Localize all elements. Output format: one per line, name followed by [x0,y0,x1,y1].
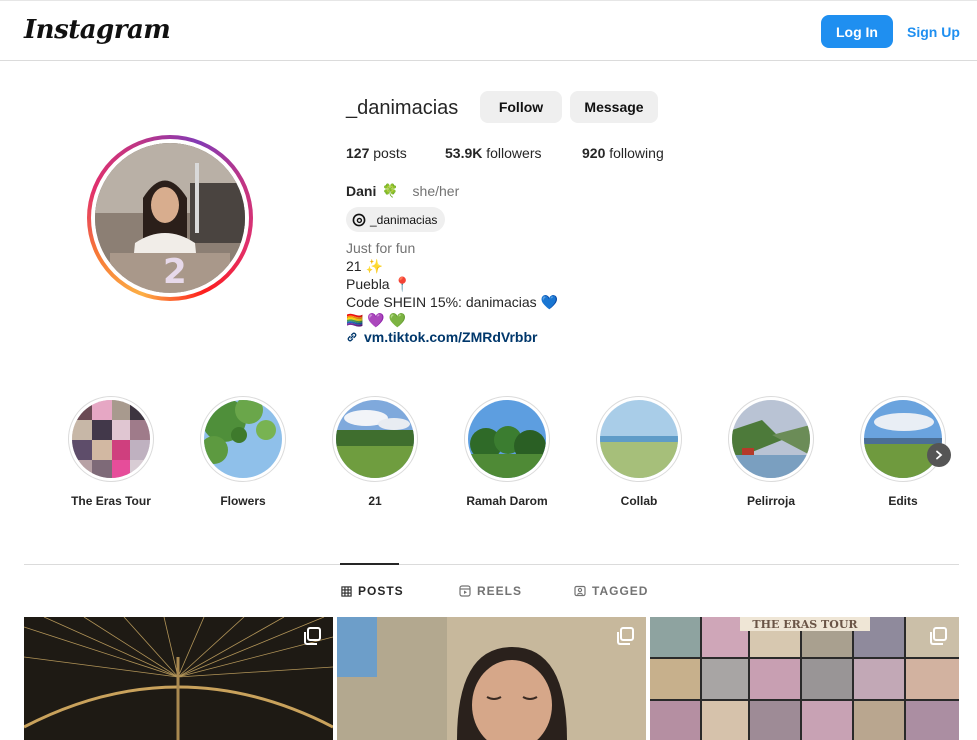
profile-avatar: 2 [95,143,245,293]
carousel-icon [304,627,321,645]
highlight-image [336,400,414,478]
highlight-cover [336,400,414,478]
highlight-label: Collab [620,494,658,508]
highlight-flowers[interactable]: Flowers [200,396,286,508]
avatar-border: 2 [91,139,249,297]
highlight-ring [464,396,550,482]
tab-label: POSTS [358,584,404,598]
followers-count: 53.9K [445,145,483,161]
following-count: 920 [582,145,606,161]
avatar-image: 2 [95,143,245,293]
highlight-ring [728,396,814,482]
highlight-ramah-darom[interactable]: Ramah Darom [464,396,550,508]
svg-text:2: 2 [163,252,187,292]
top-navigation-bar: Instagram Log In Sign Up [0,0,977,61]
highlight-label: The Eras Tour [71,494,151,508]
highlight-image [732,400,810,478]
clover-emoji: 🍀 [382,183,399,198]
post-tile[interactable] [337,617,646,740]
tabs-divider [24,564,959,565]
highlight-cover [72,400,150,478]
profile-pronouns: she/her [412,183,460,199]
grid-icon [341,585,352,597]
bio-category: Just for fun [346,240,416,256]
highlight-cover [864,400,942,478]
highlight-image [864,400,942,478]
highlight-cover [732,400,810,478]
follow-button[interactable]: Follow [480,91,562,123]
bio-line: 🏳️‍🌈 💜 💚 [346,312,407,328]
highlight-collab[interactable]: Collab [596,396,682,508]
highlight-label: Ramah Darom [466,494,548,508]
carousel-icon [617,627,634,645]
tab-posts[interactable]: POSTS [341,584,404,598]
highlight-ring [596,396,682,482]
tab-label: REELS [477,584,523,598]
tab-tagged[interactable]: TAGGED [574,584,648,598]
post-image-lights [24,617,333,740]
profile-username: _danimacias [346,97,459,119]
profile-full-name: Dani [346,183,377,199]
message-button[interactable]: Message [570,91,658,123]
post-image-eras-tour: THE ERAS TOUR [650,617,959,740]
highlight-ring [68,396,154,482]
highlight-image [72,400,150,478]
bio-line: Code SHEIN 15%: danimacias 💙 [346,294,558,310]
highlight-21[interactable]: 21 [332,396,418,508]
highlight-image [204,400,282,478]
followers-stat[interactable]: 53.9K followers [445,145,542,161]
signup-button[interactable]: Sign Up [907,15,960,48]
svg-text:THE ERAS TOUR: THE ERAS TOUR [752,618,858,631]
highlights-next-button[interactable] [927,443,951,467]
highlight-ring [200,396,286,482]
post-tile[interactable] [24,617,333,740]
highlight-label: 21 [368,494,382,508]
highlight-ring [332,396,418,482]
fullname-row: Dani 🍀 she/her [346,183,459,199]
highlight-label: Edits [888,494,918,508]
chevron-right-icon [936,450,943,460]
highlight-cover [468,400,546,478]
post-tile[interactable]: THE ERAS TOUR [650,617,959,740]
tab-reels[interactable]: REELS [459,584,522,598]
carousel-icon [930,627,947,645]
bio-line: Puebla 📍 [346,276,411,292]
following-label: following [609,145,664,161]
threads-badge[interactable]: _danimacias [346,207,446,232]
highlight-image [600,400,678,478]
highlight-pelirroja[interactable]: Pelirroja [728,396,814,508]
highlight-the-eras-tour[interactable]: The Eras Tour [68,396,154,508]
reels-icon [459,585,471,597]
highlight-ring [860,396,946,482]
bio-line: 21 ✨ [346,258,383,274]
highlight-cover [600,400,678,478]
following-stat[interactable]: 920 following [582,145,664,161]
posts-label: posts [373,145,407,161]
posts-count-stat: 127 posts [346,145,407,161]
threads-handle: _danimacias [370,212,438,227]
posts-count: 127 [346,145,370,161]
link-text: vm.tiktok.com/ZMRdVrbbr [364,329,538,345]
profile-avatar-story-ring[interactable]: 2 [87,135,253,301]
active-tab-indicator [340,563,399,565]
threads-icon [352,213,366,226]
profile-external-link[interactable]: vm.tiktok.com/ZMRdVrbbr [346,329,537,345]
link-icon [347,332,357,342]
highlight-label: Flowers [220,494,266,508]
followers-label: followers [486,145,542,161]
highlight-label: Pelirroja [746,494,796,508]
tab-label: TAGGED [592,584,649,598]
highlight-image [468,400,546,478]
post-image-portrait [337,617,646,740]
profile-bio: Just for fun 21 ✨ Puebla 📍 Code SHEIN 15… [346,239,558,329]
highlight-cover [204,400,282,478]
login-button[interactable]: Log In [821,15,893,48]
tagged-icon [574,585,586,597]
instagram-logo[interactable]: Instagram [24,15,171,45]
